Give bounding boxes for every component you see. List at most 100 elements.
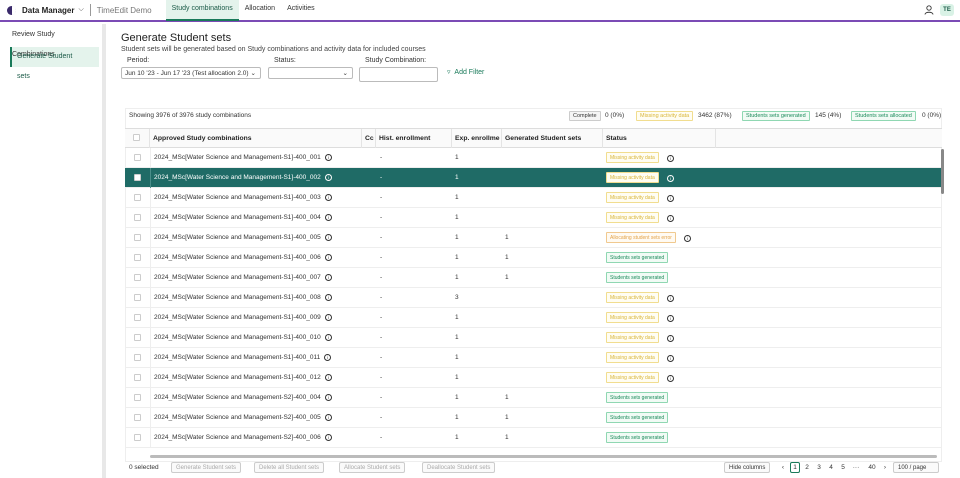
status-info-icon[interactable]: i [667, 374, 674, 382]
table-row[interactable]: 2024_MSc[Water Science and Management-S1… [125, 188, 942, 208]
pagination-ellipsis[interactable]: ··· [851, 462, 861, 473]
row-checkbox[interactable] [134, 174, 141, 181]
row-checkbox[interactable] [134, 434, 141, 441]
table-row[interactable]: 2024_MSc[Water Science and Management-S1… [125, 268, 942, 288]
pagination-page[interactable]: 4 [826, 462, 836, 473]
status-badge-generated: Students sets generated [742, 111, 810, 121]
table-row[interactable]: 2024_MSc[Water Science and Management-S2… [125, 388, 942, 408]
row-checkbox[interactable] [134, 334, 141, 341]
row-checkbox[interactable] [134, 254, 141, 261]
row-checkbox[interactable] [134, 394, 141, 401]
status-info-icon[interactable]: i [667, 154, 674, 162]
table-row[interactable]: 2024_MSc[Water Science and Management-S1… [125, 168, 942, 188]
info-icon[interactable]: i [324, 193, 332, 201]
table-row[interactable]: 2024_MSc[Water Science and Management-S2… [125, 408, 942, 428]
status-info-icon[interactable]: i [667, 354, 674, 362]
status-select[interactable]: ⌄ [268, 67, 353, 79]
table-row[interactable]: 2024_MSc[Water Science and Management-S1… [125, 208, 942, 228]
pagination-page[interactable]: 3 [814, 462, 824, 473]
study-combination-input[interactable] [359, 67, 438, 82]
table-row[interactable]: 2024_MSc[Water Science and Management-S1… [125, 248, 942, 268]
page-size-select[interactable]: 100 / page [893, 462, 939, 473]
status-info-icon[interactable]: i [667, 214, 674, 222]
tab-study-combinations[interactable]: Study combinations [165, 0, 239, 21]
row-exp-enrollment: 1 [455, 434, 459, 441]
col-approved-study-combinations[interactable]: Approved Study combinations [150, 129, 362, 148]
add-filter-button[interactable]: ▿ Add Filter [447, 68, 484, 76]
period-select[interactable]: Jun 10 '23 - Jun 17 '23 (Test allocation… [121, 67, 261, 79]
row-name: 2024_MSc[Water Science and Management-S2… [154, 434, 321, 441]
row-checkbox[interactable] [134, 194, 141, 201]
info-icon[interactable]: i [324, 393, 332, 401]
vertical-scrollbar[interactable] [941, 149, 944, 194]
table-row[interactable]: 2024_MSc[Water Science and Management-S2… [125, 428, 942, 448]
status-info-icon[interactable]: i [667, 294, 674, 302]
pagination-next-icon[interactable]: › [880, 462, 890, 473]
status-badge-complete: Complete [569, 111, 601, 121]
pagination-page[interactable]: 1 [790, 462, 800, 473]
info-icon[interactable]: i [324, 353, 332, 361]
tab-allocation[interactable]: Allocation [239, 0, 281, 21]
generate-student-sets-button[interactable]: Generate Student sets [171, 462, 242, 473]
info-icon[interactable]: i [324, 313, 332, 321]
row-name: 2024_MSc[Water Science and Management-S1… [154, 214, 321, 221]
table-row[interactable]: 2024_MSc[Water Science and Management-S1… [125, 308, 942, 328]
row-checkbox[interactable] [134, 234, 141, 241]
summary-bar: Showing 3976 of 3976 study combinations … [125, 110, 942, 124]
info-icon[interactable]: i [324, 253, 332, 261]
col-generated-student-sets[interactable]: Generated Student sets [502, 129, 603, 148]
info-icon[interactable]: i [324, 333, 332, 341]
info-icon[interactable]: i [324, 173, 332, 181]
row-checkbox[interactable] [134, 154, 141, 161]
select-all-checkbox[interactable] [133, 134, 140, 141]
info-icon[interactable]: i [324, 233, 332, 241]
pagination-prev-icon[interactable]: ‹ [778, 462, 788, 473]
table-row[interactable]: 2024_MSc[Water Science and Management-S1… [125, 348, 942, 368]
row-status-badge: Missing activity data [606, 192, 659, 203]
info-icon[interactable]: i [324, 213, 332, 221]
info-icon[interactable]: i [324, 413, 332, 421]
table-row[interactable]: 2024_MSc[Water Science and Management-S1… [125, 228, 942, 248]
pagination-page[interactable]: 40 [867, 462, 877, 473]
pagination-page[interactable]: 2 [802, 462, 812, 473]
table-row[interactable]: 2024_MSc[Water Science and Management-S1… [125, 368, 942, 388]
hide-columns-button[interactable]: Hide columns [724, 462, 771, 473]
row-name-cell: 2024_MSc[Water Science and Management-S1… [150, 368, 362, 388]
col-cc[interactable]: Cc [362, 129, 376, 148]
row-checkbox[interactable] [134, 374, 141, 381]
tab-activities[interactable]: Activities [281, 0, 321, 21]
col-status[interactable]: Status [603, 129, 716, 148]
col-hist-enrollment[interactable]: Hist. enrollment [376, 129, 452, 148]
horizontal-scrollbar[interactable] [150, 455, 937, 458]
status-info-icon[interactable]: i [684, 234, 691, 242]
sidebar-item-generate-student-sets[interactable]: Generate Student sets [10, 47, 99, 80]
table-row[interactable]: 2024_MSc[Water Science and Management-S1… [125, 148, 942, 168]
status-info-icon[interactable]: i [667, 194, 674, 202]
user-icon[interactable] [924, 5, 934, 15]
col-exp-enrollment[interactable]: Exp. enrollme [452, 129, 502, 148]
info-icon[interactable]: i [324, 373, 332, 381]
info-icon[interactable]: i [324, 433, 332, 441]
table-row[interactable]: 2024_MSc[Water Science and Management-S1… [125, 328, 942, 348]
delete-all-student-sets-button[interactable]: Delete all Student sets [254, 462, 325, 473]
status-info-icon[interactable]: i [667, 314, 674, 322]
sidebar-item-review-study-combinations[interactable]: Review Study Combinations [0, 25, 102, 58]
chevron-down-icon[interactable]: ⌵ [78, 6, 83, 14]
info-icon[interactable]: i [324, 293, 332, 301]
deallocate-student-sets-button[interactable]: Deallocate Student sets [422, 462, 496, 473]
row-checkbox[interactable] [134, 214, 141, 221]
app-name[interactable]: Data Manager [22, 6, 74, 15]
allocate-student-sets-button[interactable]: Allocate Student sets [339, 462, 406, 473]
table-row[interactable]: 2024_MSc[Water Science and Management-S1… [125, 288, 942, 308]
row-checkbox[interactable] [134, 314, 141, 321]
row-checkbox[interactable] [134, 274, 141, 281]
info-icon[interactable]: i [324, 153, 332, 161]
row-checkbox[interactable] [134, 414, 141, 421]
status-info-icon[interactable]: i [667, 334, 674, 342]
organization-badge[interactable]: TE [940, 4, 954, 16]
pagination-page[interactable]: 5 [838, 462, 848, 473]
info-icon[interactable]: i [324, 273, 332, 281]
row-checkbox[interactable] [134, 294, 141, 301]
row-checkbox[interactable] [134, 354, 141, 361]
status-info-icon[interactable]: i [667, 174, 674, 182]
